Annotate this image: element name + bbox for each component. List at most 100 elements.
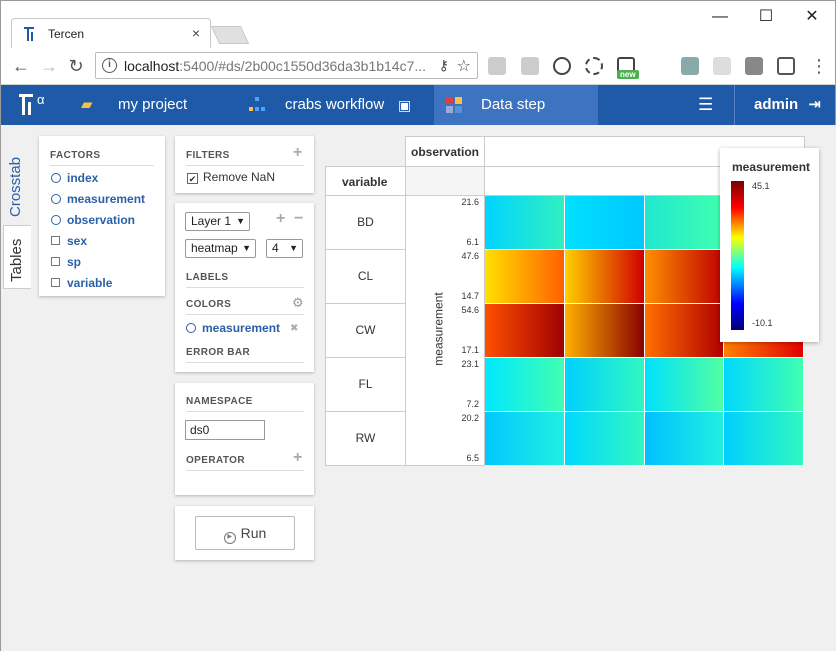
factor-index[interactable]: index: [51, 171, 98, 185]
factor-sex[interactable]: sex: [51, 234, 87, 248]
labels-header[interactable]: LABELS: [186, 272, 304, 288]
user-extension-icon[interactable]: [681, 57, 699, 75]
heatmap-cell[interactable]: [564, 304, 644, 357]
url-text[interactable]: localhost:5400/#ds/2b00c1550d36da3b1b14c…: [124, 58, 426, 74]
heatmap-cell[interactable]: [644, 412, 724, 465]
color-legend: measurement 45.1 -10.1: [720, 148, 819, 342]
circle-icon: [51, 173, 61, 183]
forward-button[interactable]: →: [37, 54, 61, 78]
heatmap-cell[interactable]: [564, 250, 644, 303]
row-header[interactable]: CW: [325, 303, 406, 358]
heatmap-cell[interactable]: [644, 358, 724, 411]
heatmap-cell[interactable]: [644, 250, 724, 303]
run-button[interactable]: ▶ Run: [195, 516, 295, 550]
namespace-header: NAMESPACE: [186, 396, 304, 412]
bookmark-star-icon[interactable]: ☆: [457, 56, 471, 76]
key-icon[interactable]: ⚷: [439, 57, 449, 74]
row-header[interactable]: RW: [325, 411, 406, 466]
chart-type-select[interactable]: heatmap ▼: [185, 239, 256, 258]
new-tab-button[interactable]: [210, 26, 250, 44]
circle-icon: [51, 215, 61, 225]
heatmap-cell[interactable]: [485, 304, 564, 357]
factors-header: FACTORS: [50, 150, 154, 166]
heatmap-cell[interactable]: [724, 412, 803, 465]
gear-icon[interactable]: ⚙: [292, 295, 304, 311]
extension-icon[interactable]: [488, 57, 506, 75]
size-select[interactable]: 4 ▼: [266, 239, 303, 258]
remove-layer-icon[interactable]: −: [294, 210, 303, 228]
heatmap-cell[interactable]: [485, 358, 564, 411]
factor-variable[interactable]: variable: [51, 276, 112, 290]
factor-measurement[interactable]: measurement: [51, 192, 145, 206]
row-header[interactable]: FL: [325, 357, 406, 412]
workflow-nav[interactable]: crabs workflow: [285, 85, 384, 125]
reload-button[interactable]: ↻: [64, 54, 88, 78]
y-tick-min: 7.2: [466, 399, 479, 409]
add-layer-icon[interactable]: +: [276, 210, 285, 228]
checkbox-icon: [51, 278, 60, 287]
heatmap-cell[interactable]: [564, 412, 644, 465]
list-menu-icon[interactable]: ☰: [698, 85, 713, 125]
y-tick-min: 6.5: [466, 453, 479, 463]
tab-close-icon[interactable]: ×: [192, 25, 200, 41]
colors-header[interactable]: COLORS: [186, 299, 304, 315]
header-divider: [734, 85, 735, 125]
filters-panel: FILTERS + ✔ Remove NaN: [175, 136, 314, 193]
column-factor-cell[interactable]: observation: [405, 136, 485, 167]
tab-crosstab[interactable]: Crosstab: [3, 133, 31, 223]
factor-label: sp: [67, 255, 82, 269]
remove-color-icon[interactable]: ✖: [290, 323, 298, 334]
close-window-button[interactable]: ✕: [797, 5, 827, 29]
heatmap-cell[interactable]: [485, 196, 564, 249]
data-step-nav[interactable]: Data step: [434, 85, 598, 125]
tercen-logo[interactable]: α: [19, 92, 47, 118]
browser-toolbar: ← → ↻ i localhost:5400/#ds/2b00c1550d36d…: [0, 48, 836, 85]
browser-tab[interactable]: Tercen ×: [11, 18, 211, 49]
sync-extension-icon[interactable]: [585, 57, 603, 75]
run-label: Run: [240, 525, 267, 541]
play-icon: ▶: [223, 532, 236, 544]
user-name: admin: [754, 96, 799, 113]
heatmap-cell[interactable]: [724, 358, 803, 411]
info-icon[interactable]: i: [102, 58, 117, 73]
factor-sp[interactable]: sp: [51, 255, 81, 269]
pdf-extension-icon[interactable]: [521, 57, 539, 75]
user-menu[interactable]: admin ⇥: [754, 85, 821, 125]
remove-nan-checkbox[interactable]: ✔: [187, 173, 198, 184]
heatmap-cell[interactable]: [485, 412, 564, 465]
minimize-button[interactable]: —: [705, 5, 735, 29]
bulb-extension-icon[interactable]: [777, 57, 795, 75]
row-factor-label: variable: [342, 175, 388, 189]
row-header[interactable]: CL: [325, 249, 406, 304]
namespace-input[interactable]: ds0: [185, 420, 265, 440]
crop-extension-icon[interactable]: [649, 57, 667, 75]
row-label: BD: [357, 215, 374, 229]
logout-icon[interactable]: ⇥: [808, 96, 821, 113]
heatmap-cell[interactable]: [564, 196, 644, 249]
g-extension-icon[interactable]: [745, 57, 763, 75]
heatmap-cell[interactable]: [485, 250, 564, 303]
speed-extension-icon[interactable]: [553, 57, 571, 75]
browser-titlebar: Tercen × — ☐ ✕: [0, 0, 836, 49]
tercen-favicon-icon: [24, 27, 34, 41]
heatmap-cell[interactable]: [644, 196, 724, 249]
factor-observation[interactable]: observation: [51, 213, 135, 227]
color-factor[interactable]: measurement: [186, 321, 280, 335]
chrome-menu-icon[interactable]: ⋮: [807, 54, 831, 78]
error-bar-header[interactable]: ERROR BAR: [186, 347, 304, 363]
row-factor-cell[interactable]: variable: [325, 166, 406, 196]
add-filter-icon[interactable]: +: [293, 144, 302, 162]
row-header[interactable]: BD: [325, 195, 406, 250]
translate-extension-icon[interactable]: [713, 57, 731, 75]
heatmap-cell[interactable]: [564, 358, 644, 411]
address-bar[interactable]: i localhost:5400/#ds/2b00c1550d36da3b1b1…: [95, 52, 478, 79]
back-button[interactable]: ←: [9, 54, 33, 78]
project-nav[interactable]: ▰ my project: [81, 85, 191, 125]
add-operator-icon[interactable]: +: [293, 449, 302, 467]
save-icon[interactable]: ▣: [398, 85, 411, 125]
heatmap-cell[interactable]: [644, 304, 724, 357]
layer-select[interactable]: Layer 1 ▼: [185, 212, 250, 231]
maximize-button[interactable]: ☐: [751, 5, 781, 29]
tab-tables[interactable]: Tables: [3, 225, 31, 289]
remove-nan-row[interactable]: ✔ Remove NaN: [187, 170, 275, 184]
